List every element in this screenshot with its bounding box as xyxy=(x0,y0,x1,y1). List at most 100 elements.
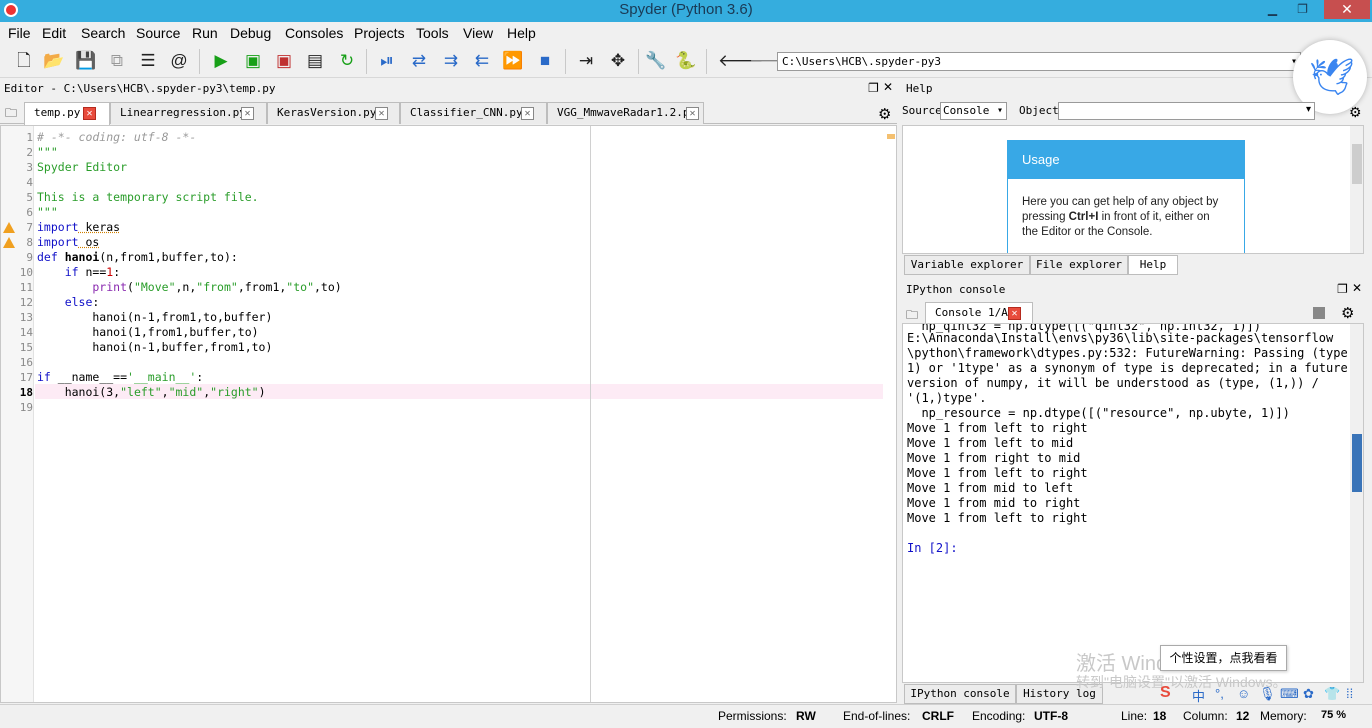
undock-icon[interactable]: ❐ xyxy=(1337,282,1348,296)
close-pane-icon[interactable]: ✕ xyxy=(1352,281,1362,295)
tab-console-1a[interactable]: Console 1/A ✕ xyxy=(925,302,1033,324)
help-scrollbar[interactable] xyxy=(1350,126,1363,253)
permissions-value: RW xyxy=(796,709,816,723)
grid-menu-icon[interactable]: ⁞⁞ xyxy=(1346,686,1353,701)
step-into-icon[interactable]: ⇉ xyxy=(440,50,462,72)
microphone-icon[interactable]: 🎙 xyxy=(1259,686,1276,702)
emoji-icon[interactable]: ☺ xyxy=(1237,686,1250,701)
line-number-current: 18 xyxy=(19,386,33,399)
new-file-icon[interactable]: 🗋 xyxy=(13,50,35,72)
menu-run[interactable]: Run xyxy=(192,25,218,41)
forward-arrow-icon[interactable]: 🡒 xyxy=(749,50,795,72)
code-line: """ xyxy=(37,205,58,219)
outline-icon[interactable]: ☰ xyxy=(137,50,159,72)
rerun-icon[interactable]: ↻ xyxy=(336,50,358,72)
help-options-gear-icon[interactable]: ⚙ xyxy=(1349,104,1362,121)
line-number: 9 xyxy=(26,251,33,264)
editor-options-gear-icon[interactable]: ⚙ xyxy=(878,105,891,123)
close-pane-icon[interactable]: ✕ xyxy=(883,80,893,94)
step-return-icon[interactable]: ⇇ xyxy=(471,50,493,72)
debug-icon[interactable]: ⏯ xyxy=(376,50,398,72)
close-tab-icon[interactable]: ✕ xyxy=(375,107,388,120)
undock-icon[interactable]: ❐ xyxy=(868,81,879,95)
tab-file-explorer[interactable]: File explorer xyxy=(1030,255,1128,275)
browse-tabs-icon[interactable]: 🗀 xyxy=(5,104,17,125)
continue-icon[interactable]: ⏩ xyxy=(502,50,524,72)
console-scrollbar[interactable] xyxy=(1350,324,1363,682)
save-file-icon[interactable]: 💾 xyxy=(75,50,97,72)
stop-debug-icon[interactable]: ■ xyxy=(534,50,556,72)
line-number: 16 xyxy=(19,356,33,369)
menu-help[interactable]: Help xyxy=(507,25,536,41)
line-label: Line: xyxy=(1121,709,1148,723)
tab-temp-py[interactable]: temp.py ✕ xyxy=(24,102,110,125)
minimize-button[interactable]: ▁ xyxy=(1259,0,1286,19)
close-tab-icon[interactable]: ✕ xyxy=(686,107,699,120)
code-line: if n==1: xyxy=(37,265,121,279)
skin-shirt-icon[interactable]: 👕 xyxy=(1324,686,1340,702)
open-file-icon[interactable]: 📂 xyxy=(43,50,65,72)
run-cell-icon[interactable]: ▣ xyxy=(242,50,264,72)
menu-view[interactable]: View xyxy=(463,25,493,41)
at-sign-icon[interactable]: @ xyxy=(168,50,190,72)
warning-marker xyxy=(887,134,895,139)
console-options-gear-icon[interactable]: ⚙ xyxy=(1341,304,1354,322)
scrollbar-thumb[interactable] xyxy=(1352,434,1362,492)
close-tab-icon[interactable]: ✕ xyxy=(241,107,254,120)
fullscreen-icon[interactable]: ✥ xyxy=(607,50,629,72)
stop-kernel-icon[interactable] xyxy=(1313,307,1325,319)
tab-classifier-cnn-py[interactable]: Classifier_CNN.py ✕ xyxy=(400,102,547,124)
source-select[interactable]: Console ▾ xyxy=(940,102,1007,120)
console-output-line: Move 1 from left to right xyxy=(907,511,1088,525)
punctuation-icon[interactable]: °, xyxy=(1215,686,1224,701)
menu-projects[interactable]: Projects xyxy=(354,25,405,41)
console-output-line: Move 1 from mid to left xyxy=(907,481,1074,495)
preferences-icon[interactable]: 🔧 xyxy=(645,50,667,72)
keyboard-icon[interactable]: ⌨ xyxy=(1280,686,1299,702)
working-directory-combo[interactable]: C:\Users\HCB\.spyder-py3 ▾ xyxy=(777,52,1301,71)
tab-kerasversion-py[interactable]: KerasVersion.py ✕ xyxy=(267,102,400,124)
maximize-button[interactable]: ❐ xyxy=(1289,0,1316,19)
chinese-mode-icon[interactable]: 中 xyxy=(1192,686,1205,705)
close-tab-icon[interactable]: ✕ xyxy=(83,107,96,120)
line-number-gutter: 1 2 3 4 5 6 7 8 9 10 11 12 13 14 15 16 1… xyxy=(1,126,34,702)
toolbox-icon[interactable]: ✿ xyxy=(1303,686,1314,702)
run-cell-advance-icon[interactable]: ▣ xyxy=(273,50,295,72)
tab-ipython-console[interactable]: IPython console xyxy=(904,684,1016,704)
close-tab-icon[interactable]: ✕ xyxy=(521,107,534,120)
menu-edit[interactable]: Edit xyxy=(42,25,66,41)
scrollbar-thumb[interactable] xyxy=(1352,144,1362,184)
tab-help[interactable]: Help xyxy=(1128,255,1178,275)
code-line: import os xyxy=(37,235,100,249)
save-all-icon[interactable]: ⧉ xyxy=(106,50,128,72)
step-icon[interactable]: ⇄ xyxy=(408,50,430,72)
tab-linearregression-py[interactable]: Linearregression.py ✕ xyxy=(110,102,267,124)
code-editor[interactable]: 1 2 3 4 5 6 7 8 9 10 11 12 13 14 15 16 1… xyxy=(0,125,897,703)
line-number: 7 xyxy=(26,221,33,234)
close-tab-icon[interactable]: ✕ xyxy=(1008,307,1021,320)
menu-debug[interactable]: Debug xyxy=(230,25,271,41)
sogou-s-icon[interactable]: S xyxy=(1160,684,1171,702)
run-icon[interactable]: ▶ xyxy=(210,50,232,72)
menu-search[interactable]: Search xyxy=(81,25,125,41)
run-selection-icon[interactable]: ▤ xyxy=(304,50,326,72)
menu-tools[interactable]: Tools xyxy=(416,25,449,41)
tab-variable-explorer[interactable]: Variable explorer xyxy=(904,255,1030,275)
back-arrow-icon[interactable]: 🡐 xyxy=(718,50,764,72)
python-path-icon[interactable]: 🐍 xyxy=(675,50,697,72)
window-title: Spyder (Python 3.6) xyxy=(619,1,753,18)
ipython-console[interactable]: np_qint32 = np.dtype([("qint32", np.int3… xyxy=(902,323,1364,683)
title-bar: Spyder (Python 3.6) ▁ ❐ ✕ xyxy=(0,0,1372,22)
line-value: 18 xyxy=(1153,709,1167,723)
code-line-current: hanoi(3,"left","mid","right") xyxy=(37,385,266,399)
close-window-button[interactable]: ✕ xyxy=(1324,0,1370,19)
code-line: This is a temporary script file. xyxy=(37,190,259,204)
maximize-pane-icon[interactable]: ⇥ xyxy=(575,50,597,72)
object-input[interactable]: ▾ xyxy=(1058,102,1315,120)
menu-consoles[interactable]: Consoles xyxy=(285,25,343,41)
line-number: 14 xyxy=(19,326,33,339)
menu-file[interactable]: File xyxy=(8,25,31,41)
line-length-marker xyxy=(590,126,591,702)
menu-source[interactable]: Source xyxy=(136,25,180,41)
tab-vgg-mmwaveradar-py[interactable]: VGG_MmwaveRadar1.2.py ✕ xyxy=(547,102,704,124)
